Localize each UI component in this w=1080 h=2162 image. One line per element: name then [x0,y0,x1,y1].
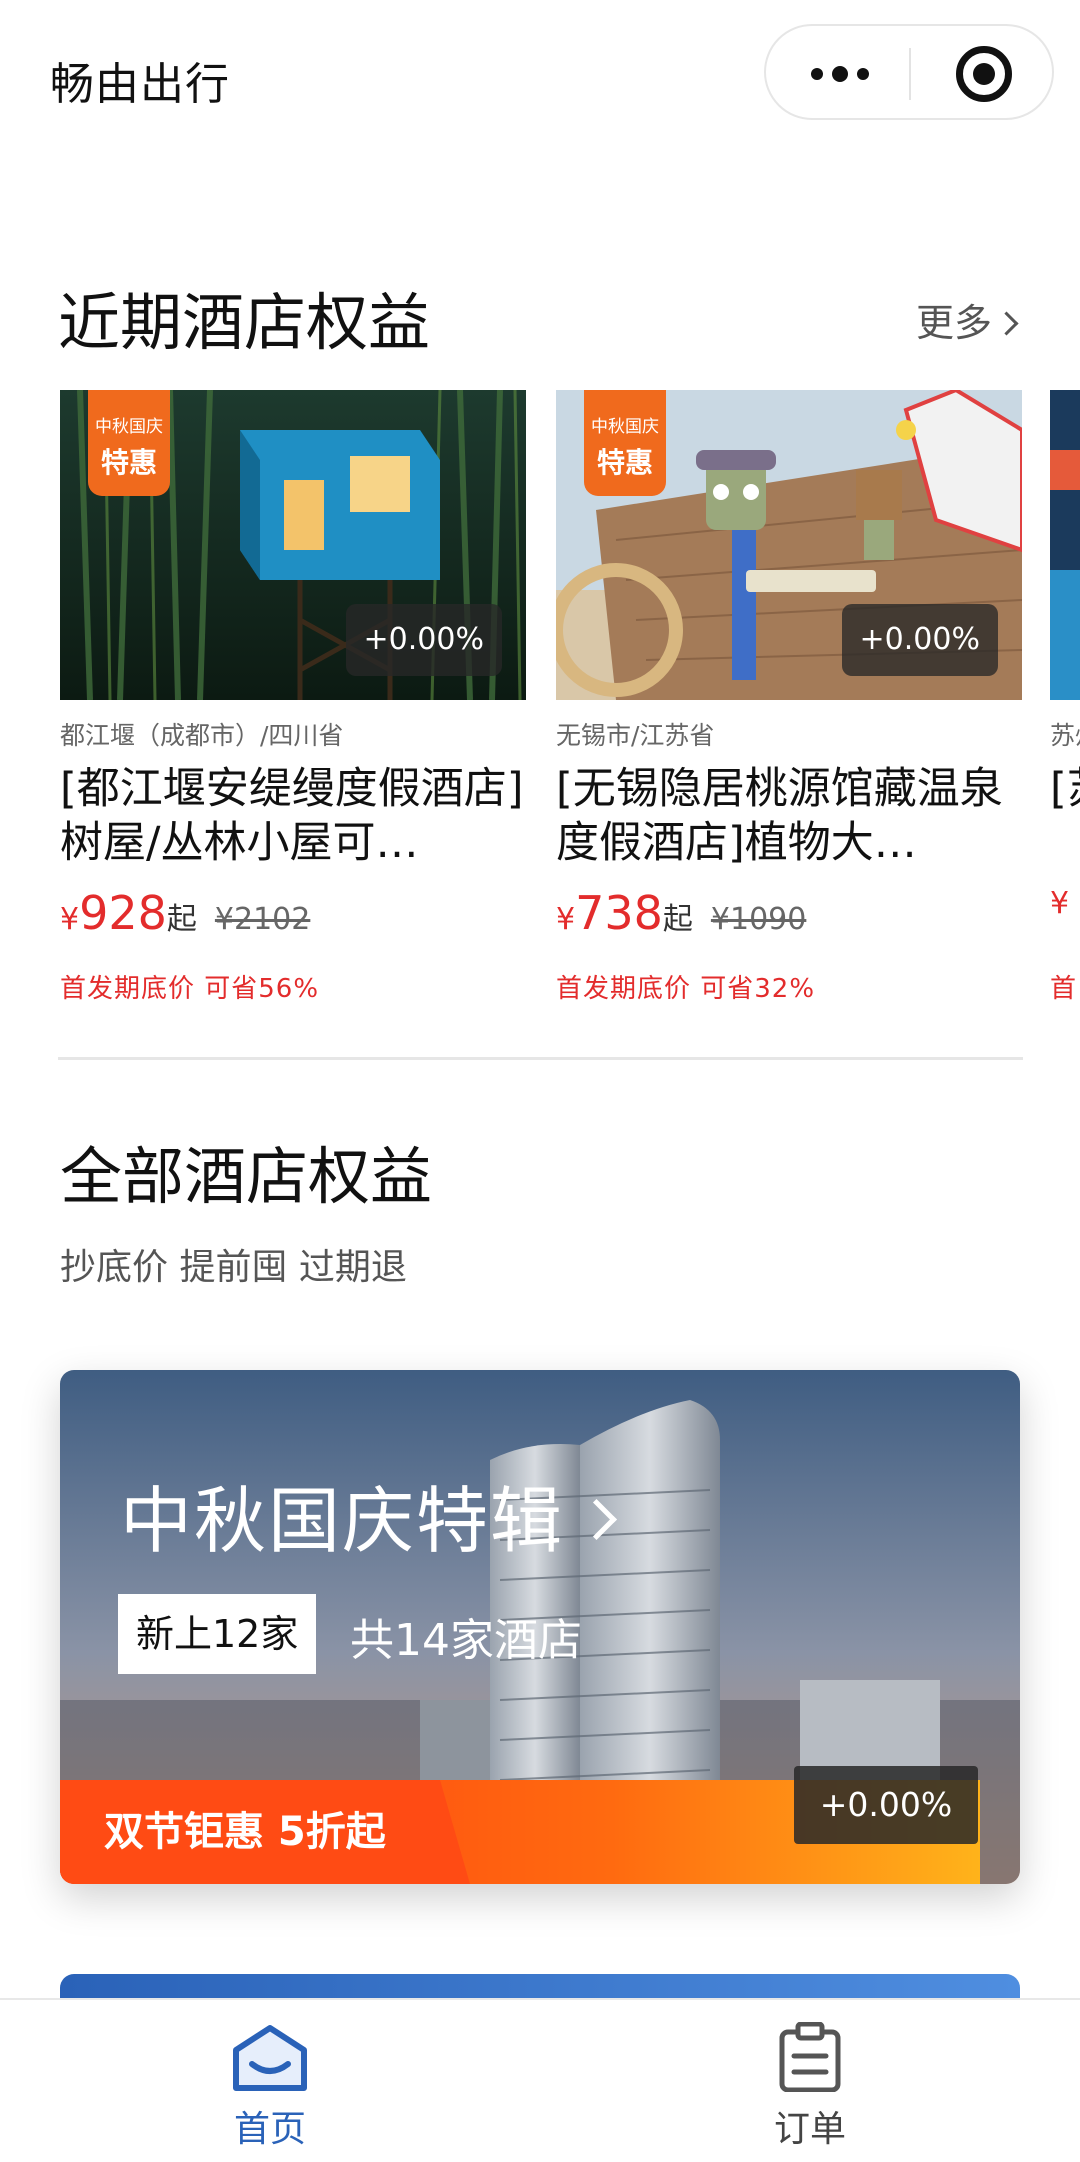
promo-text: 首发期底价 可省32% [556,974,816,1004]
home-icon [233,2025,307,2091]
target-circle-icon[interactable] [956,46,1012,102]
hotel-location: 都江堰（成都市）/四川省 [60,721,344,750]
hotel-location: 无锡市/江苏省 [556,721,715,750]
chevron-right-icon [576,1498,618,1541]
price-suffix: 起 [166,902,197,937]
promo-text: 首发期底价 可省56% [60,974,320,1004]
tab-label: 订单 [773,2109,846,2150]
app-title: 畅由出行 [50,59,230,110]
price: 928 [79,886,167,940]
promo-badge: 中秋国庆 特惠 [584,390,666,496]
rate-chip: +0.00% [794,1766,978,1844]
price-row: ¥ [1050,886,1069,921]
original-price: ¥2102 [214,902,311,937]
price-suffix: 起 [662,902,693,937]
section-subtitle: 抄底价 提前囤 过期退 [60,1247,407,1288]
section-title-all: 全部酒店权益 [60,1140,433,1213]
hotel-card[interactable]: 中秋国庆 特惠 +0.00% 无锡市/江苏省 [无锡隐居桃源馆藏温泉度假酒店]植… [556,390,1022,1020]
recent-hotel-carousel[interactable]: 中秋国庆 特惠 +0.00% 都江堰（成都市）/四川省 [都江堰安缇缦度假酒店]… [60,390,1080,1020]
badge-line1: 中秋国庆 [591,417,659,437]
hotel-image-pool [1050,390,1080,700]
top-bar: 畅由出行 [0,0,1080,150]
price-row: ¥928起 ¥2102 [60,886,310,940]
feature-banner[interactable]: 中秋国庆特辑 新上12家 共14家酒店 双节钜惠 5折起 +0.00% [60,1370,1020,1884]
currency-symbol: ¥ [1050,886,1070,921]
hotel-card[interactable]: 苏州市/江苏省 [苏 ¥ 首 [1050,390,1080,1020]
hotel-name: [无锡隐居桃源馆藏温泉度假酒店]植物大… [556,764,1003,868]
more-link-label: 更多 [916,301,993,345]
order-clipboard-icon [779,2022,841,2092]
capsule-divider [909,48,911,100]
tab-label: 首页 [233,2109,306,2150]
tab-home[interactable]: 首页 [0,2000,540,2162]
rate-chip: +0.00% [841,604,998,676]
hotel-image-treehouse: 中秋国庆 特惠 +0.00% [60,390,526,700]
currency-symbol: ¥ [60,902,80,937]
rate-chip: +0.00% [345,604,502,676]
hotel-name: [都江堰安缇缦度假酒店]树屋/丛林小屋可… [60,764,524,868]
banner-title-text: 中秋国庆特辑 [120,1479,565,1563]
hotel-location: 苏州市/江苏省 [1050,721,1080,750]
section-title-recent: 近期酒店权益 [58,286,431,359]
mini-program-capsule [764,24,1054,120]
promo-badge: 中秋国庆 特惠 [88,390,170,496]
badge-line2: 特惠 [596,446,653,479]
bottom-tab-bar: 首页 订单 [0,1998,1080,2162]
banner-strip-label: 双节钜惠 5折起 [60,1780,470,1884]
price: 738 [575,886,663,940]
original-price: ¥1090 [710,902,807,937]
total-count-text: 共14家酒店 [350,1615,582,1666]
chevron-right-icon [994,311,1019,336]
hotel-image-playground: 中秋国庆 特惠 +0.00% [556,390,1022,700]
banner-title: 中秋国庆特辑 [120,1462,618,1567]
currency-symbol: ¥ [556,902,576,937]
price-row: ¥738起 ¥1090 [556,886,806,940]
hotel-name: [苏 [1050,764,1080,814]
badge-line2: 特惠 [100,446,157,479]
section-divider [58,1057,1023,1060]
more-dots-icon[interactable] [806,54,876,94]
tab-orders[interactable]: 订单 [540,2000,1080,2162]
hotel-card[interactable]: 中秋国庆 特惠 +0.00% 都江堰（成都市）/四川省 [都江堰安缇缦度假酒店]… [60,390,526,1020]
badge-line1: 中秋国庆 [95,417,163,437]
promo-text: 首 [1050,974,1078,1004]
new-count-tag: 新上12家 [118,1594,317,1674]
more-link[interactable]: 更多 [916,292,1019,347]
